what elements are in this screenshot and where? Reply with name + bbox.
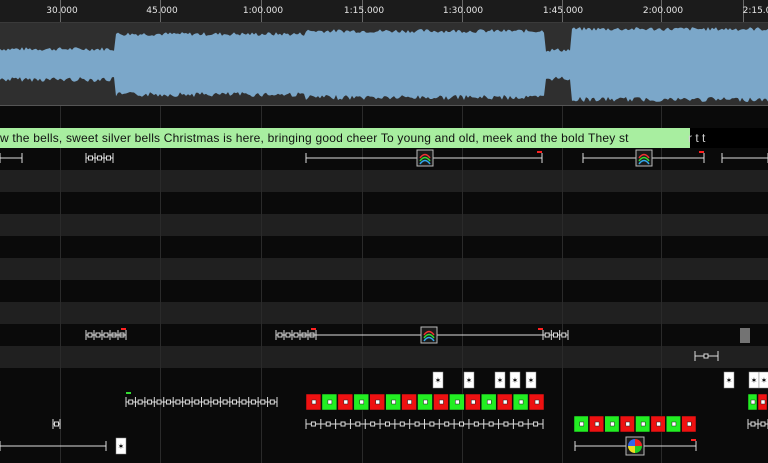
effect-node[interactable] [384,421,390,427]
effect-node[interactable] [561,332,567,338]
effect-node[interactable] [293,332,299,338]
effect-node[interactable] [340,421,346,427]
effect-node[interactable] [156,399,162,405]
effect-node [455,399,460,405]
effect-node [687,421,692,427]
effect-node[interactable] [88,155,93,161]
effect-node [671,421,677,427]
effect-node [750,399,756,405]
effect-node [343,399,349,405]
effect-node[interactable] [194,399,200,405]
effect-node [486,399,492,405]
effect-node [327,399,333,405]
effect-node[interactable] [285,332,291,338]
effect-node[interactable] [250,399,256,405]
effect-node[interactable] [399,421,405,427]
effects-layer[interactable]: ✶ ✶ ✶ ✶ ✶ ✶ ✶ ✶✶ [0,0,768,463]
effect-node[interactable] [355,421,361,427]
effect-node [471,399,476,405]
star-icon: ✶ [512,376,519,385]
effect-node[interactable] [54,421,59,427]
effect-node[interactable] [750,421,756,427]
effect-node [502,399,508,405]
effect-node[interactable] [147,399,153,405]
effect-node [439,399,444,405]
effect-node[interactable] [260,399,266,405]
effect-node[interactable] [444,421,450,427]
effect-node[interactable] [533,421,539,427]
effect-node [534,399,540,405]
effect-node[interactable] [241,399,247,405]
star-icon: ✶ [726,376,733,385]
effect-node [391,399,396,405]
effect-node[interactable] [544,332,550,338]
effect-node [518,399,524,405]
star-icon: ✶ [435,376,442,385]
effect-node[interactable] [184,399,190,405]
effect-node[interactable] [137,399,143,405]
effect-node[interactable] [429,421,435,427]
effect-node[interactable] [310,421,316,427]
effect-node[interactable] [103,332,109,338]
effect-node [656,421,661,427]
effect-node[interactable] [518,421,524,427]
effect-node [594,421,600,427]
effect-node [311,399,317,405]
effect-node[interactable] [175,399,181,405]
effect-node[interactable] [760,421,766,427]
effect-node [423,399,428,405]
effect-node[interactable] [106,155,111,161]
effect-node[interactable] [222,399,228,405]
effect-node[interactable] [370,421,376,427]
effect-node [640,421,646,427]
effect-node [610,421,615,427]
effect-node[interactable] [269,399,275,405]
effect-node[interactable] [128,399,134,405]
star-icon: ✶ [761,376,768,385]
effect-node[interactable] [165,399,171,405]
effect-node[interactable] [232,399,238,405]
star-icon: ✶ [466,376,473,385]
effect-node[interactable] [459,421,465,427]
effect-node [407,399,412,405]
effect-node[interactable] [488,421,494,427]
effect-node[interactable] [203,399,209,405]
effect-node [359,399,365,405]
effect-node[interactable] [277,332,283,338]
star-icon: ✶ [497,376,504,385]
effect-node [375,399,380,405]
effect-node [760,399,766,405]
effect-node[interactable] [703,353,709,359]
effect-node[interactable] [553,332,558,338]
effect-node[interactable] [473,421,479,427]
effect-node[interactable] [87,332,93,338]
star-icon: ✶ [751,376,758,385]
star-icon: ✶ [528,376,535,385]
effect-node[interactable] [325,421,331,427]
effect-node[interactable] [97,155,102,161]
effect-node [579,421,584,427]
star-icon: ✶ [118,442,125,451]
effect-node[interactable] [213,399,219,405]
effect-node[interactable] [95,332,101,338]
effect-node[interactable] [503,421,509,427]
effect-node[interactable] [414,421,420,427]
effect-node [625,421,631,427]
